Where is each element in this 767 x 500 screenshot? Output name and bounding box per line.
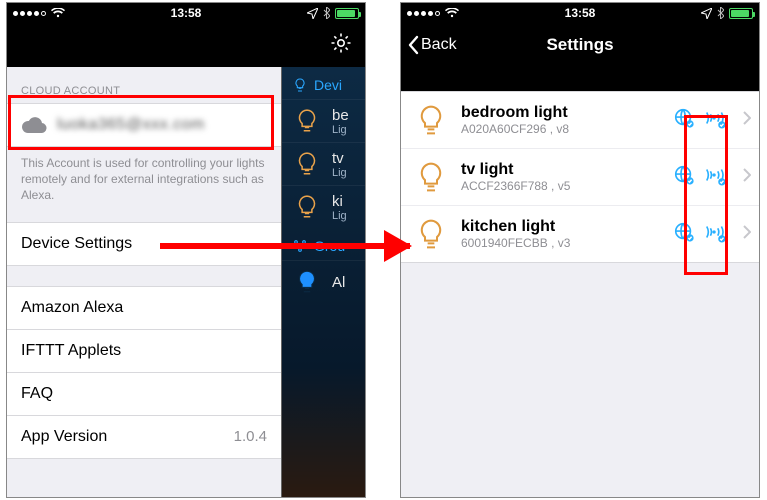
- signal-check-icon: [703, 107, 727, 134]
- alexa-row[interactable]: Amazon Alexa: [7, 286, 281, 330]
- page-title: Settings: [546, 35, 613, 55]
- nav-bar: Back Settings: [401, 23, 759, 67]
- faq-row[interactable]: FAQ: [7, 373, 281, 416]
- gear-icon[interactable]: [329, 31, 353, 60]
- status-time: 13:58: [65, 6, 307, 20]
- battery-icon: [335, 8, 359, 19]
- behind-row[interactable]: kiLig: [282, 185, 365, 228]
- cloud-icon: [21, 116, 47, 134]
- app-version-label: App Version: [21, 428, 107, 446]
- phone-right: 13:58 Back Settings: [400, 2, 760, 498]
- behind-row[interactable]: beLig: [282, 99, 365, 142]
- bluetooth-icon: [717, 7, 724, 19]
- alexa-label: Amazon Alexa: [21, 299, 123, 317]
- ifttt-label: IFTTT Applets: [21, 342, 121, 360]
- device-row[interactable]: tv light ACCF2366F788 , v5: [401, 149, 759, 206]
- cloud-footer-note: This Account is used for controlling you…: [7, 147, 281, 222]
- app-version-row: App Version 1.0.4: [7, 416, 281, 459]
- device-row[interactable]: kitchen light 6001940FECBB , v3: [401, 206, 759, 262]
- cell-signal-icon: [407, 11, 440, 16]
- device-name: kitchen light: [461, 218, 661, 236]
- cloud-account-email: luoka365@xxx.com: [57, 116, 205, 134]
- globe-check-icon: [673, 221, 695, 248]
- chevron-right-icon: [739, 225, 751, 244]
- signal-check-icon: [703, 164, 727, 191]
- device-sub: 6001940FECBB , v3: [461, 236, 661, 250]
- signal-check-icon: [703, 221, 727, 248]
- device-row[interactable]: bedroom light A020A60CF296 , v8: [401, 92, 759, 149]
- devices-section-label: Devi: [314, 77, 342, 93]
- bulb-icon: [292, 192, 322, 222]
- settings-drawer: CLOUD ACCOUNT luoka365@xxx.com This Acco…: [7, 67, 282, 497]
- battery-icon: [729, 8, 753, 19]
- device-name: tv light: [461, 161, 661, 179]
- bulb-icon: [413, 102, 449, 138]
- location-arrow-icon: [701, 8, 712, 19]
- location-arrow-icon: [307, 8, 318, 19]
- bulb-icon: [292, 267, 322, 297]
- faq-label: FAQ: [21, 385, 53, 403]
- cell-signal-icon: [13, 11, 46, 16]
- status-time: 13:58: [459, 6, 701, 20]
- bulb-icon: [413, 159, 449, 195]
- wifi-icon: [445, 8, 459, 18]
- app-version-value: 1.0.4: [234, 428, 267, 445]
- nav-bar: [7, 23, 365, 67]
- home-behind-drawer: Devi beLig tvLig: [282, 67, 365, 497]
- devices-section-header: Devi: [282, 67, 365, 99]
- wifi-icon: [51, 8, 65, 18]
- bulb-icon: [413, 216, 449, 252]
- status-bar: 13:58: [7, 3, 365, 23]
- flow-arrow: [160, 243, 410, 249]
- bulb-icon: [292, 149, 322, 179]
- back-label: Back: [421, 36, 457, 54]
- globe-check-icon: [673, 164, 695, 191]
- device-sub: ACCF2366F788 , v5: [461, 179, 661, 193]
- device-settings-label: Device Settings: [21, 235, 132, 253]
- device-name: bedroom light: [461, 104, 661, 122]
- phone-left: 13:58 CLOUD ACCOUNT: [6, 2, 366, 498]
- behind-row[interactable]: tvLig: [282, 142, 365, 185]
- cloud-account-row[interactable]: luoka365@xxx.com: [7, 103, 281, 147]
- behind-row[interactable]: Al: [282, 260, 365, 303]
- status-bar: 13:58: [401, 3, 759, 23]
- chevron-right-icon: [739, 111, 751, 130]
- back-button[interactable]: Back: [407, 35, 457, 55]
- bluetooth-icon: [323, 7, 330, 19]
- bulb-icon: [292, 106, 322, 136]
- ifttt-row[interactable]: IFTTT Applets: [7, 330, 281, 373]
- chevron-left-icon: [407, 35, 419, 55]
- chevron-right-icon: [739, 168, 751, 187]
- device-sub: A020A60CF296 , v8: [461, 122, 661, 136]
- globe-check-icon: [673, 107, 695, 134]
- device-list: bedroom light A020A60CF296 , v8: [401, 91, 759, 263]
- cloud-section-header: CLOUD ACCOUNT: [7, 67, 281, 103]
